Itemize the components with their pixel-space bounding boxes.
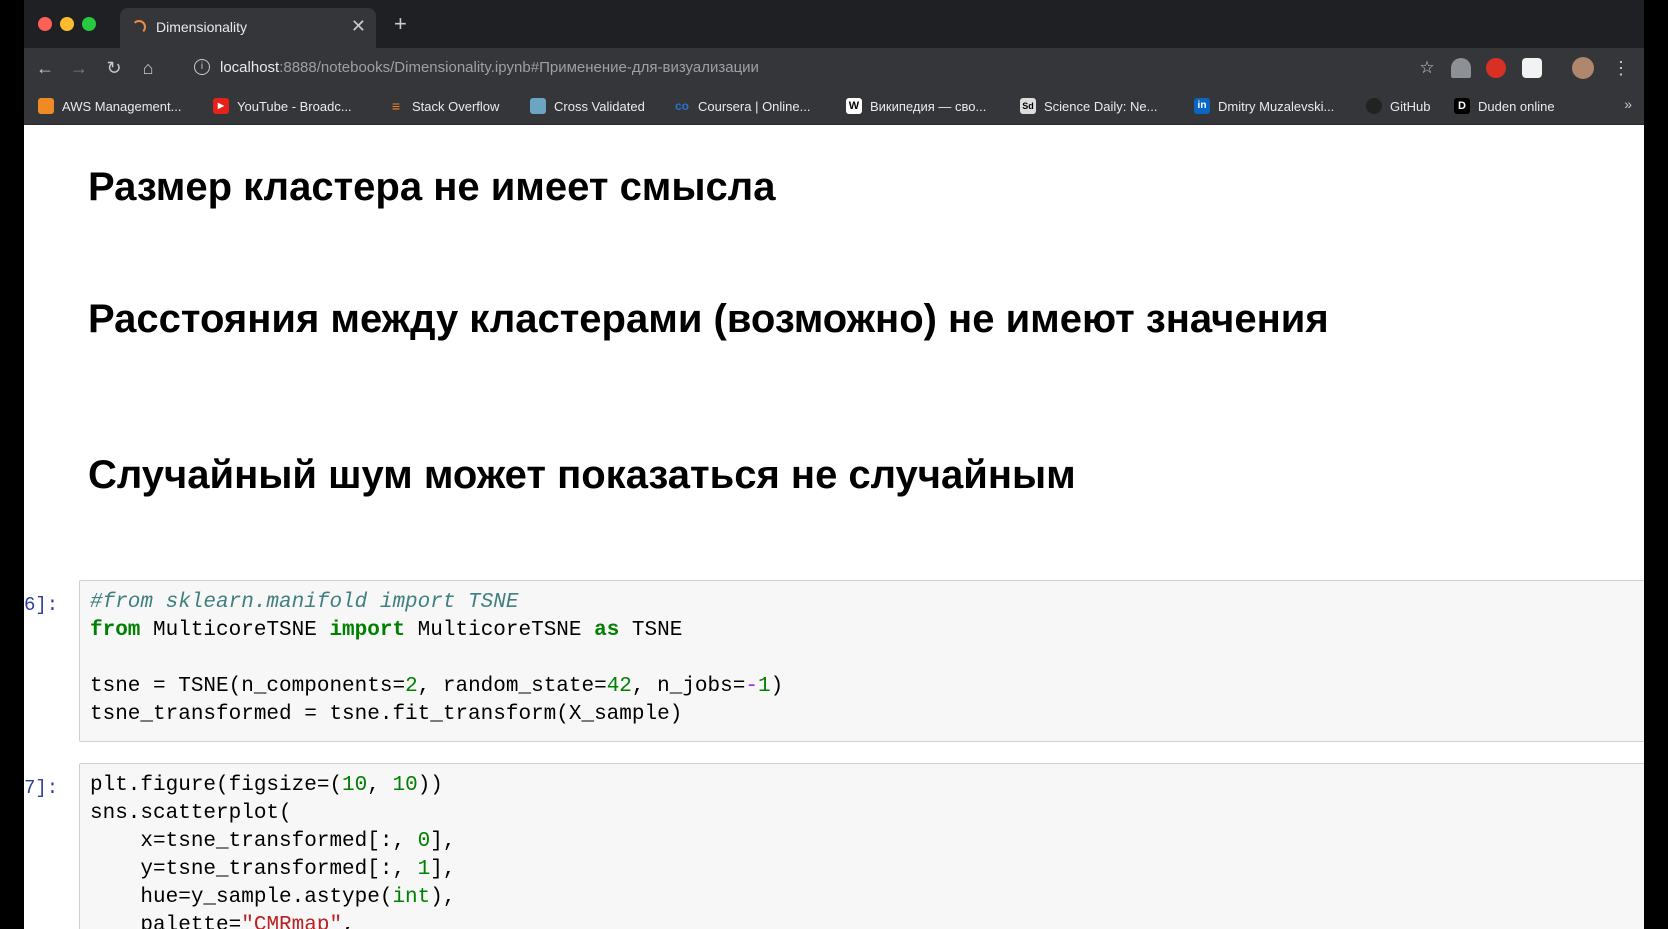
heading-cluster-size: Размер кластера не имеет смысла xyxy=(88,165,776,209)
code-input[interactable]: plt.figure(figsize=(10, 10)) sns.scatter… xyxy=(90,772,455,929)
new-tab-icon[interactable]: + xyxy=(394,13,407,35)
minimize-window-button[interactable] xyxy=(60,17,74,31)
stackoverflow-icon: ≡ xyxy=(391,98,401,114)
bookmark-github[interactable]: GitHub xyxy=(1366,97,1430,115)
heading-cluster-distances: Расстояния между кластерами (возможно) н… xyxy=(88,297,1329,341)
github-icon xyxy=(1366,98,1382,114)
linkedin-icon: in xyxy=(1194,98,1210,114)
wikipedia-icon: W xyxy=(846,98,862,114)
code-input[interactable]: #from sklearn.manifold import TSNE from … xyxy=(90,589,783,729)
browser-toolbar: ← → ↻ ⌂ i localhost:8888/notebooks/Dimen… xyxy=(24,48,1644,88)
heading-random-noise: Случайный шум может показаться не случай… xyxy=(88,453,1076,497)
bookmark-youtube[interactable]: ▶ YouTube - Broadc... xyxy=(213,97,352,115)
title-bar: Dimensionality ✕ + xyxy=(24,0,1644,48)
more-bookmarks-icon[interactable]: » xyxy=(1624,96,1632,112)
cell-prompt: 7]: xyxy=(24,777,59,799)
bookmark-star-icon[interactable]: ☆ xyxy=(1414,55,1440,81)
extension-icon[interactable] xyxy=(1451,58,1471,78)
bookmark-crossvalidated[interactable]: Cross Validated xyxy=(530,97,645,115)
code-cell[interactable]: #from sklearn.manifold import TSNE from … xyxy=(79,580,1644,742)
bookmark-stackoverflow[interactable]: ≡ Stack Overflow xyxy=(388,97,500,115)
home-icon[interactable]: ⌂ xyxy=(135,55,161,81)
adblock-extension-icon[interactable] xyxy=(1486,58,1506,78)
back-icon[interactable]: ← xyxy=(32,55,58,81)
bookmark-coursera[interactable]: co Coursera | Online... xyxy=(674,97,811,115)
code-cell[interactable]: plt.figure(figsize=(10, 10)) sns.scatter… xyxy=(79,763,1644,929)
extension-square-icon[interactable] xyxy=(1522,58,1542,78)
duden-icon: D xyxy=(1454,98,1470,114)
bookmark-wikipedia[interactable]: W Википедия — сво... xyxy=(846,97,986,115)
notebook-content: Размер кластера не имеет смысла Расстоян… xyxy=(24,125,1644,929)
profile-avatar[interactable] xyxy=(1572,57,1594,79)
cell-prompt: 6]: xyxy=(24,594,59,616)
aws-icon xyxy=(38,98,54,114)
bookmark-duden[interactable]: D Duden online xyxy=(1454,97,1555,115)
url-text: localhost:8888/notebooks/Dimensionality.… xyxy=(220,59,759,76)
tab-title: Dimensionality xyxy=(156,19,248,35)
close-window-button[interactable] xyxy=(38,17,52,31)
maximize-window-button[interactable] xyxy=(82,17,96,31)
bookmark-aws[interactable]: AWS Management... xyxy=(38,97,181,115)
bookmark-sciencedaily[interactable]: Sd Science Daily: Ne... xyxy=(1020,97,1157,115)
tab-close-icon[interactable]: ✕ xyxy=(351,16,366,37)
sciencedaily-icon: Sd xyxy=(1020,98,1036,114)
browser-tab[interactable]: Dimensionality ✕ xyxy=(120,8,376,48)
bookmarks-bar: AWS Management... ▶ YouTube - Broadc... ≡… xyxy=(24,88,1644,125)
info-icon[interactable]: i xyxy=(194,59,210,75)
crossvalidated-icon xyxy=(530,98,546,114)
loading-spinner-icon xyxy=(132,20,146,34)
bookmark-linkedin[interactable]: in Dmitry Muzalevski... xyxy=(1194,97,1334,115)
address-bar[interactable]: i localhost:8888/notebooks/Dimensionalit… xyxy=(188,53,1428,83)
reload-icon[interactable]: ↻ xyxy=(101,55,127,81)
forward-icon[interactable]: → xyxy=(66,55,92,81)
browser-window: Dimensionality ✕ + ← → ↻ ⌂ i localhost:8… xyxy=(24,0,1644,929)
coursera-icon: co xyxy=(674,99,689,113)
youtube-icon: ▶ xyxy=(213,98,229,114)
menu-kebab-icon[interactable]: ⋮ xyxy=(1608,55,1634,81)
